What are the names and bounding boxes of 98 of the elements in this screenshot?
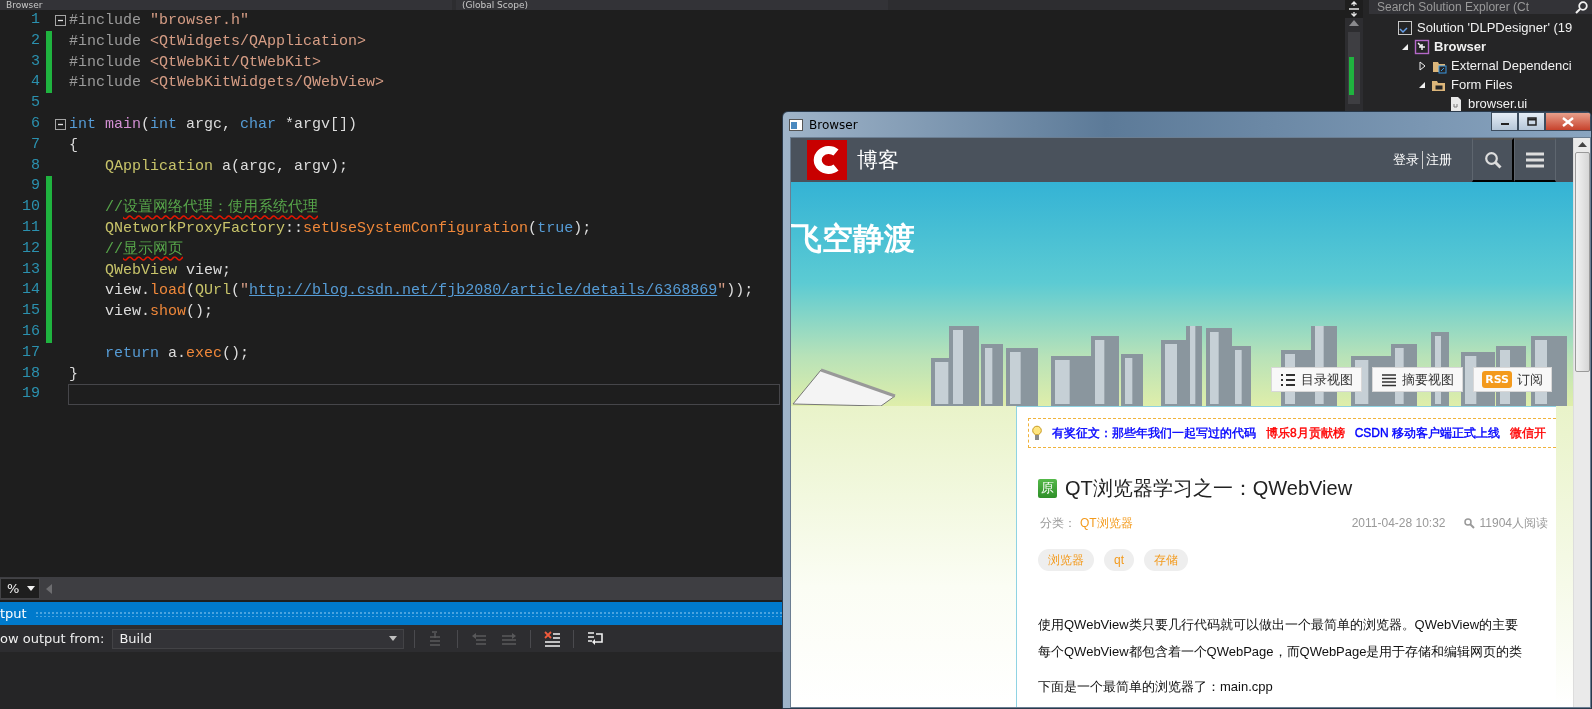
notice-link[interactable]: 博乐8月贡献榜 [1266, 424, 1345, 442]
body-text: 使用QWebView类只要几行代码就可以做出一个最简单的浏览器。QWebView的主要 [1038, 616, 1520, 634]
search-icon[interactable] [1575, 0, 1588, 14]
line-number: 10 [21, 197, 40, 218]
body-text: 每个QWebView都包含着一个QWebPage，而QWebPage是用于存储和编辑网页的类 [1038, 643, 1524, 661]
search-icon [1483, 151, 1502, 169]
panel-title: tput [0, 606, 27, 621]
view-button[interactable]: 摘要视图 [1372, 367, 1464, 392]
line-number: 14 [21, 280, 40, 301]
maximize-icon [1526, 117, 1537, 126]
code-line: { [68, 135, 79, 156]
code-line: } [68, 364, 79, 385]
code-line: QApplication a(argc, argv); [104, 156, 350, 177]
window-title: Browser [809, 117, 859, 132]
scroll-thumb[interactable] [1574, 152, 1590, 372]
line-number: 13 [21, 259, 40, 280]
code-line: return a.exec(); [104, 343, 251, 364]
code-line: #include <QtWidgets/QApplication> [68, 31, 368, 52]
code-line: #include <QtWebKit/QtWebKit> [68, 52, 323, 73]
view-count: 11904人阅读 [1479, 514, 1548, 532]
account-link[interactable]: 注册 [1422, 151, 1455, 169]
notice-link[interactable]: 微信开 [1510, 424, 1547, 442]
caret-icon [27, 586, 36, 591]
body-text: 下面是一个最简单的浏览器了：main.cpp [1038, 679, 1274, 695]
site-name: 博客 [857, 147, 900, 174]
splitter-icon[interactable] [1345, 0, 1363, 18]
clear-lines-icon [543, 629, 562, 648]
account-link[interactable]: 登录 [1390, 151, 1422, 169]
post-date: 2011-04-28 10:32 [1351, 516, 1446, 530]
code-line: //设置网络代理：使用系统代理 [104, 197, 319, 218]
line-number: 9 [30, 176, 40, 197]
change-indicator [1349, 57, 1354, 95]
article-title: QT浏览器学习之一：QWebView [1065, 475, 1353, 501]
window-icon [789, 118, 803, 131]
close-icon [1562, 116, 1574, 127]
view-button[interactable]: 目录视图 [1271, 367, 1363, 392]
code-line: view.show(); [104, 302, 215, 322]
tree-item[interactable]: Form Files [1451, 77, 1513, 92]
solution-icon [1397, 19, 1413, 36]
line-number: 18 [21, 363, 40, 384]
code-line: #include "browser.h" [68, 11, 251, 31]
tree-item[interactable]: Solution 'DLPDesigner' (19 [1417, 20, 1573, 35]
line-number: 16 [21, 321, 40, 342]
output-source-label: ow output from: [0, 631, 105, 646]
expanded-arrow-icon[interactable] [1401, 42, 1409, 51]
lines-icon [1381, 372, 1398, 387]
scrollbar-track[interactable] [1348, 32, 1360, 104]
tree-item[interactable]: Browser [1434, 39, 1487, 54]
zoom-dropdown[interactable]: % [0, 578, 41, 599]
collapse-icon[interactable] [55, 118, 66, 130]
line-number: 11 [21, 217, 40, 238]
line-number: 8 [30, 155, 40, 176]
line-number: 5 [30, 93, 40, 114]
list-icon [1280, 372, 1297, 387]
navigation-dropdown[interactable]: (Global Scope) [456, 0, 888, 10]
notice-link[interactable]: 有奖征文：那些年我们一起写过的代码 [1052, 424, 1256, 442]
logo-icon[interactable] [807, 140, 847, 180]
line-number: 1 [30, 10, 40, 30]
expanded-arrow-icon[interactable] [1418, 80, 1426, 89]
line-number: 15 [21, 301, 40, 322]
code-line: //显示网页 [104, 239, 184, 260]
caret-icon [389, 636, 398, 641]
code-line: #include <QtWebKitWidgets/QWebView> [68, 73, 386, 94]
blog-title: 飞空静渡 [791, 219, 915, 258]
rss-badge: RSS [1482, 371, 1512, 388]
line-number: 2 [30, 30, 40, 51]
line-number: 3 [30, 51, 40, 72]
view-button[interactable]: RSS 订阅 [1473, 367, 1552, 392]
collapsed-arrow-icon[interactable] [1418, 60, 1426, 71]
line-number: 19 [21, 384, 40, 405]
output-source-dropdown[interactable]: Build [112, 628, 405, 649]
lightbulb-icon [1032, 425, 1042, 441]
magnifier-icon [1463, 517, 1475, 529]
code-line: view.load(QUrl("http://blog.csdn.net/fjb2080/article/details/6368869")); [104, 281, 755, 302]
file-icon [1448, 95, 1464, 112]
tree-item[interactable]: External Dependenci [1451, 58, 1572, 73]
collapse-icon[interactable] [55, 14, 66, 26]
category-label: 分类： [1040, 514, 1076, 532]
maximize-button[interactable] [1518, 112, 1545, 131]
code-link[interactable]: http://blog.csdn.net/fjb2080/article/details/6368869 [249, 282, 718, 300]
line-number: 7 [30, 134, 40, 155]
line-number: 6 [30, 114, 40, 134]
navigation-dropdown[interactable]: Browser [0, 0, 452, 10]
code-line: QWebView view; [104, 260, 233, 281]
scrollbar[interactable] [1573, 138, 1590, 707]
notice-link[interactable]: CSDN 移动客户端正式上线 [1354, 424, 1501, 442]
close-button[interactable] [1545, 112, 1591, 131]
original-badge: 原 [1038, 478, 1057, 498]
project-icon [1414, 38, 1430, 55]
line-number: 12 [21, 238, 40, 259]
search-field[interactable]: Search Solution Explorer (Ct [1369, 0, 1592, 14]
code-line: int main(int argc, char *argv[]) [68, 115, 359, 135]
minimize-button[interactable] [1491, 112, 1518, 131]
line-number: 4 [30, 72, 40, 93]
menu-icon [1525, 152, 1545, 168]
code-line: QNetworkProxyFactory::setUseSystemConfiguration(true); [104, 218, 593, 239]
tree-item[interactable]: browser.ui [1468, 96, 1528, 111]
line-number: 17 [21, 342, 40, 363]
